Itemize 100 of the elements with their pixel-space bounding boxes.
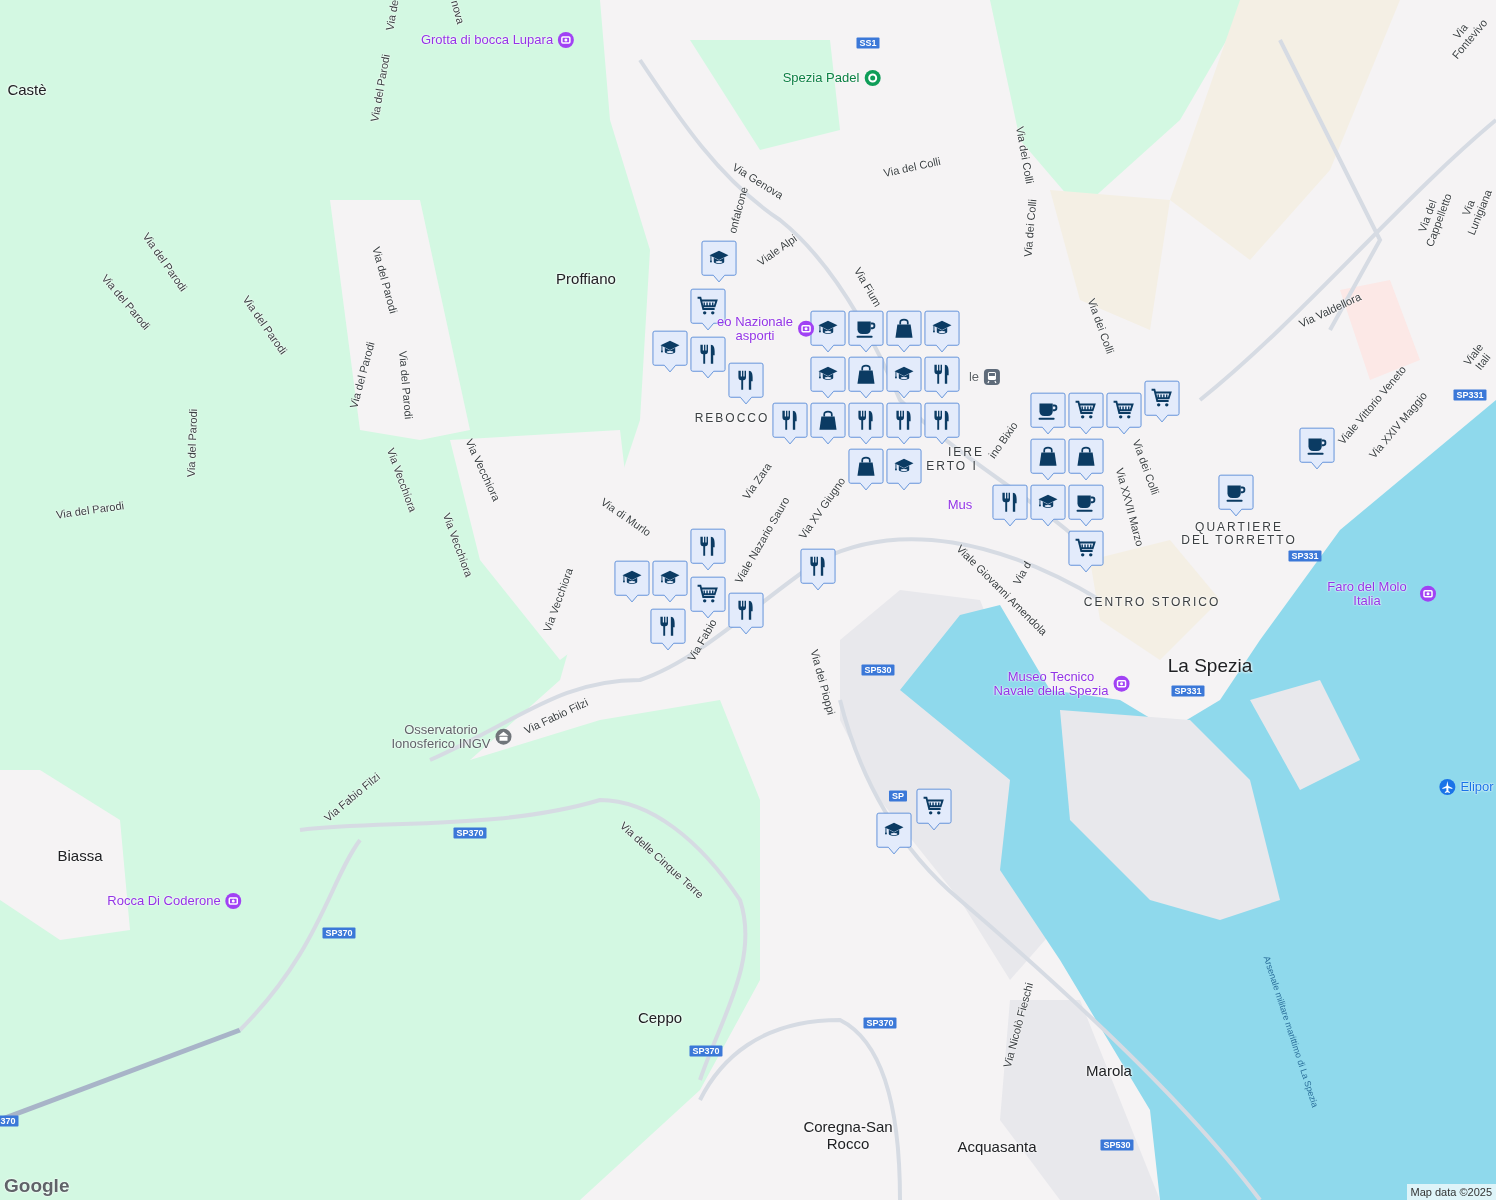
food-marker[interactable]	[650, 608, 686, 652]
graduation-cap-icon	[660, 570, 680, 584]
food-marker[interactable]	[772, 402, 808, 446]
place-label: Coregna-San Rocco	[803, 1118, 893, 1152]
shopping-cart-icon	[1074, 538, 1096, 557]
graduation-cap-icon	[884, 822, 904, 836]
poi-label: Grotta di bocca Lupara	[420, 32, 554, 48]
cup-marker[interactable]	[848, 310, 884, 354]
bag-marker[interactable]	[1068, 438, 1104, 482]
fork-and-knife-icon	[738, 600, 753, 620]
food-marker[interactable]	[886, 402, 922, 446]
route-shield: SP370	[863, 1017, 897, 1029]
fork-and-knife-icon	[738, 370, 753, 390]
fork-and-knife-icon	[896, 410, 911, 430]
camera-pin-icon[interactable]	[557, 31, 576, 49]
camera-pin-icon[interactable]	[1112, 675, 1131, 693]
bag-marker[interactable]	[810, 402, 846, 446]
graduation-cap-icon	[818, 320, 838, 334]
poi-label: Rocca Di Coderone	[107, 893, 221, 909]
coffee-cup-icon	[1226, 485, 1246, 502]
place-label: Castè	[7, 81, 47, 99]
street-label: Via Nicolò Fieschi	[1000, 981, 1036, 1069]
food-marker[interactable]	[800, 548, 836, 592]
food-marker[interactable]	[848, 402, 884, 446]
school-marker[interactable]	[1030, 484, 1066, 528]
cart-marker[interactable]	[916, 788, 952, 832]
school-marker[interactable]	[614, 560, 650, 604]
street-label: Via del Parodi	[55, 499, 125, 521]
cart-marker[interactable]	[1144, 380, 1180, 424]
poi-label: Spezia Padel	[782, 70, 860, 86]
food-marker[interactable]	[924, 356, 960, 400]
school-marker[interactable]	[886, 448, 922, 492]
shopping-cart-icon	[1112, 400, 1134, 419]
route-shield: SP331	[1288, 550, 1322, 562]
food-marker[interactable]	[690, 336, 726, 380]
route-shield: SP331	[1453, 389, 1487, 401]
cart-marker[interactable]	[1068, 392, 1104, 436]
street-label: Via del Parodi	[347, 340, 377, 410]
camera-pin-icon[interactable]	[796, 320, 815, 338]
food-marker[interactable]	[728, 592, 764, 636]
street-label: Viale Alpi	[755, 232, 799, 268]
poi-label: Mus	[947, 497, 973, 513]
cup-marker[interactable]	[1068, 484, 1104, 528]
school-marker[interactable]	[701, 240, 737, 284]
route-shield: SP331	[1171, 685, 1205, 697]
street-label: nova	[449, 0, 467, 26]
school-marker[interactable]	[652, 330, 688, 374]
bag-marker[interactable]	[886, 310, 922, 354]
camera-pin-icon[interactable]	[1419, 585, 1437, 603]
cart-marker[interactable]	[1068, 530, 1104, 574]
camera-pin-icon[interactable]	[224, 892, 243, 910]
school-marker[interactable]	[924, 310, 960, 354]
school-marker[interactable]	[810, 356, 846, 400]
shopping-bag-icon	[895, 318, 913, 338]
cart-marker[interactable]	[1106, 392, 1142, 436]
graduation-cap-icon	[932, 320, 952, 334]
street-label: onfalcone	[726, 185, 750, 235]
cart-marker[interactable]	[690, 576, 726, 620]
street-label: Via dei Colli	[1085, 296, 1117, 356]
route-shield: SP	[889, 790, 907, 802]
poi-label: Elipor	[1460, 779, 1494, 795]
school-marker[interactable]	[886, 356, 922, 400]
coffee-cup-icon	[856, 321, 876, 338]
shopping-cart-icon	[696, 584, 718, 603]
food-marker[interactable]	[690, 528, 726, 572]
street-label: Via del Parodi	[370, 245, 400, 315]
cup-marker[interactable]	[1299, 427, 1335, 471]
poi-label: Faro del Molo Italia	[1326, 579, 1408, 609]
cup-marker[interactable]	[1030, 392, 1066, 436]
school-marker[interactable]	[876, 812, 912, 856]
train-icon[interactable]	[983, 368, 1002, 386]
fork-and-knife-icon	[934, 364, 949, 384]
shopping-cart-icon	[696, 296, 718, 315]
place-label: Acquasanta	[957, 1138, 1037, 1156]
street-label: Via dei Colli	[1130, 437, 1162, 497]
street-label: Via d	[1010, 559, 1034, 587]
poi-label: Osservatorio Ionosferico INGV	[391, 722, 491, 752]
place-label: Ceppo	[637, 1009, 683, 1027]
school-marker[interactable]	[652, 560, 688, 604]
street-label: Via dei Pioppi	[808, 648, 838, 716]
building-pin-icon[interactable]	[494, 728, 513, 746]
food-marker[interactable]	[924, 402, 960, 446]
place-label: Proffiano	[556, 270, 616, 288]
route-shield: SP530	[1100, 1139, 1134, 1151]
bag-marker[interactable]	[1030, 438, 1066, 482]
graduation-cap-icon	[1038, 494, 1058, 508]
coffee-cup-icon	[1307, 438, 1327, 455]
district-label: CENTRO STORICO	[1083, 596, 1221, 610]
shopping-cart-icon	[1150, 388, 1172, 407]
bag-marker[interactable]	[848, 448, 884, 492]
street-label: Via Fabio Filzi	[522, 695, 590, 737]
cup-marker[interactable]	[1218, 474, 1254, 518]
place-label: Marola	[1086, 1062, 1132, 1080]
district-label: IERE	[948, 446, 984, 460]
food-marker[interactable]	[728, 362, 764, 406]
airplane-pin-icon[interactable]	[1438, 778, 1457, 796]
shopping-bag-icon	[1077, 446, 1095, 466]
circle-pin-icon[interactable]	[863, 69, 882, 87]
food-marker[interactable]	[992, 484, 1028, 528]
bag-marker[interactable]	[848, 356, 884, 400]
